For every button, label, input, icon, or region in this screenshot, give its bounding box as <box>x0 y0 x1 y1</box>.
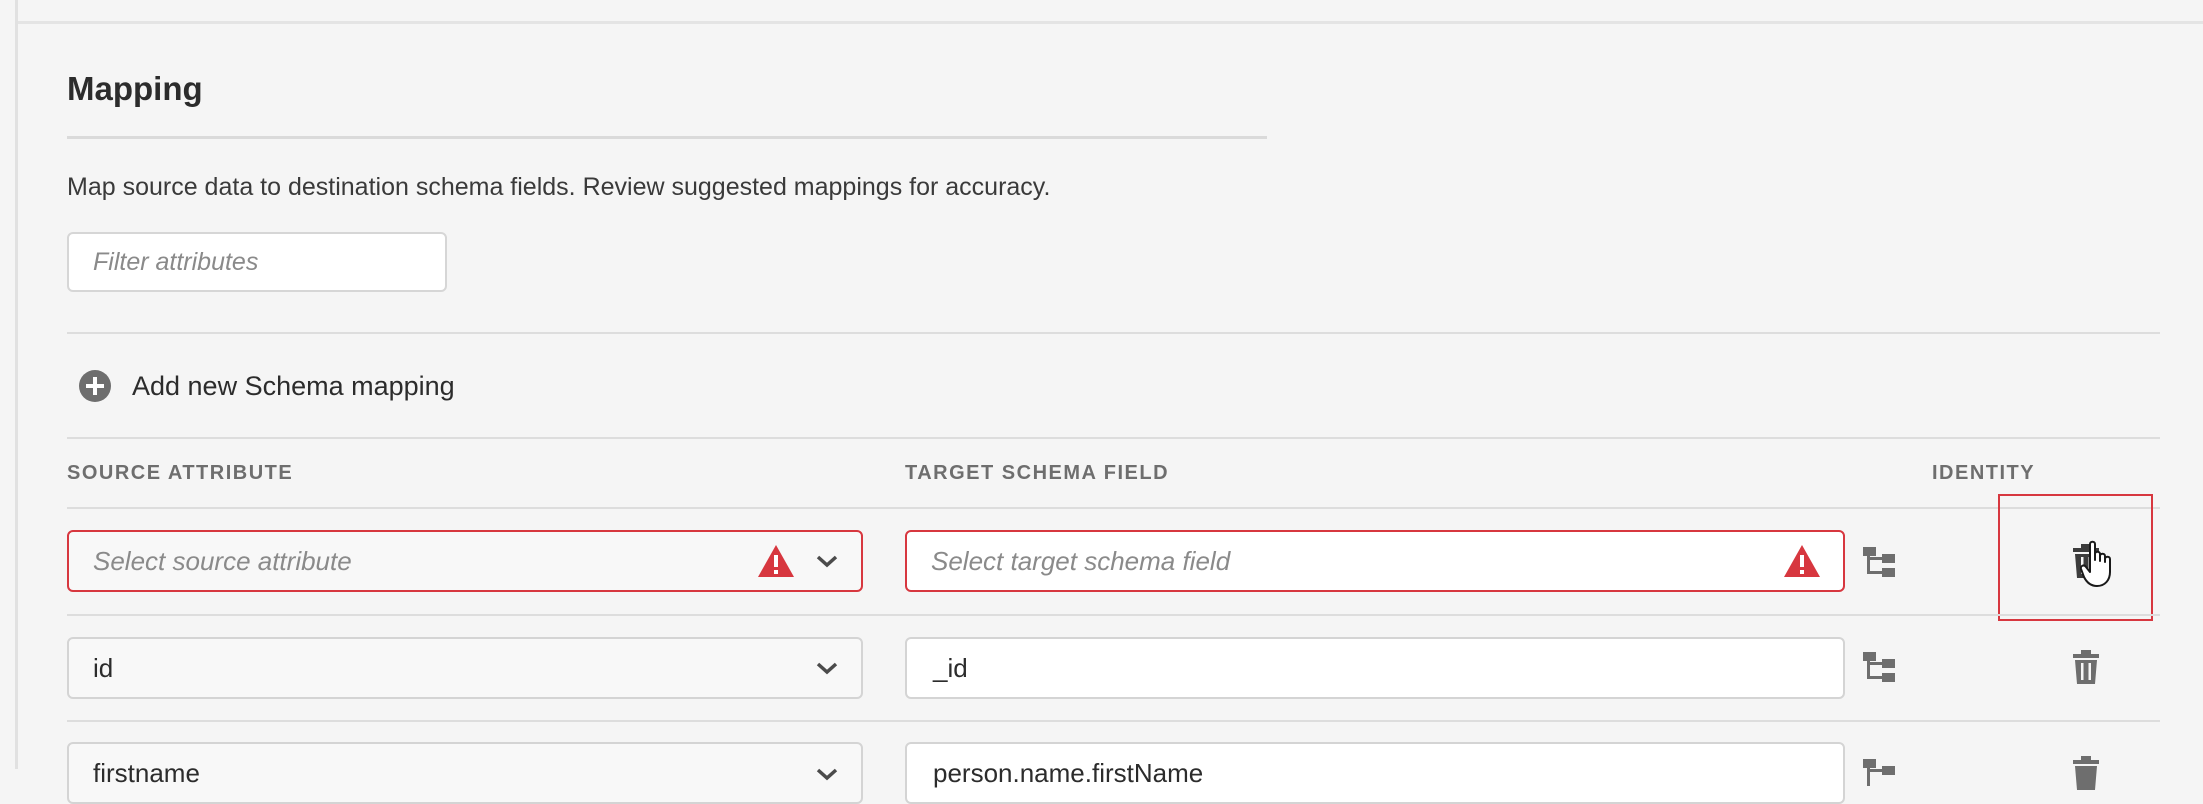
schema-hierarchy-icon[interactable] <box>1862 650 1896 684</box>
target-schema-field-input[interactable]: person.name.firstName <box>905 742 1845 804</box>
source-attribute-value: firstname <box>93 758 200 788</box>
hand-cursor-icon <box>2080 540 2111 587</box>
section-description: Map source data to destination schema fi… <box>67 173 1051 201</box>
add-schema-mapping-button[interactable]: Add new Schema mapping <box>78 368 455 404</box>
chevron-down-icon[interactable] <box>815 553 839 569</box>
source-attribute-placeholder: Select source attribute <box>93 545 352 576</box>
chevron-down-icon[interactable] <box>815 766 839 782</box>
title-underline <box>67 136 1267 139</box>
schema-hierarchy-icon[interactable] <box>1862 545 1896 579</box>
source-attribute-value: id <box>93 652 114 683</box>
top-divider <box>18 21 2203 24</box>
source-attribute-picker[interactable]: id <box>67 637 863 699</box>
left-panel-border <box>15 0 18 769</box>
divider <box>67 507 2160 509</box>
schema-hierarchy-icon[interactable] <box>1862 757 1896 791</box>
column-header-source: SOURCE ATTRIBUTE <box>67 462 294 484</box>
plus-circle-icon <box>79 370 111 402</box>
target-schema-field-input[interactable]: Select target schema field <box>905 530 1845 592</box>
target-schema-field-value: person.name.firstName <box>933 758 1204 788</box>
delete-highlight-box <box>1998 494 2153 621</box>
source-attribute-picker[interactable]: Select source attribute <box>67 530 863 592</box>
divider <box>67 332 2160 334</box>
chevron-down-icon[interactable] <box>815 660 839 676</box>
delete-trash-icon[interactable] <box>2072 755 2100 791</box>
row-divider <box>67 720 2160 722</box>
delete-trash-icon[interactable] <box>2072 649 2100 685</box>
section-title: Mapping <box>67 70 203 107</box>
filter-attributes-input[interactable] <box>67 232 447 292</box>
target-schema-field-placeholder: Select target schema field <box>931 545 1231 576</box>
target-schema-field-value: _id <box>933 652 968 683</box>
target-schema-field-input[interactable]: _id <box>905 637 1845 699</box>
add-schema-mapping-label: Add new Schema mapping <box>132 370 455 401</box>
divider <box>67 437 2160 439</box>
source-attribute-picker[interactable]: firstname <box>67 742 863 804</box>
alert-icon <box>1784 545 1820 577</box>
column-header-identity: IDENTITY <box>1932 462 2036 484</box>
row-divider <box>67 614 2160 616</box>
alert-icon <box>758 545 794 577</box>
column-header-target: TARGET SCHEMA FIELD <box>905 462 1170 484</box>
